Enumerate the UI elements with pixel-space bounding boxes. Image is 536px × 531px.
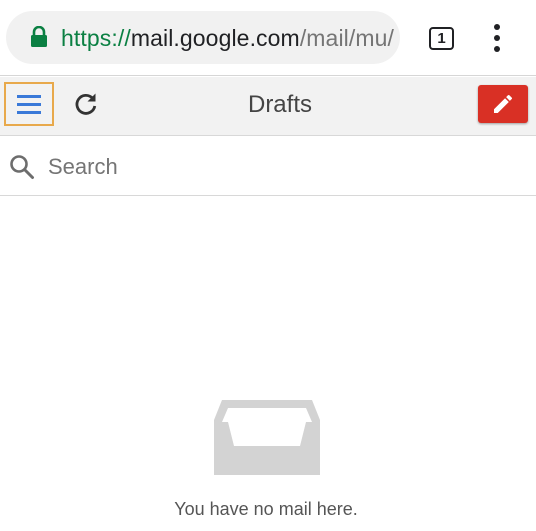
inbox-tray-icon	[214, 400, 320, 475]
search-icon[interactable]	[9, 154, 35, 180]
search-bar	[0, 137, 536, 196]
page-title: Drafts	[247, 91, 312, 118]
tab-switcher-button[interactable]: 1	[429, 27, 454, 50]
address-bar[interactable]: https://mail.google.com/mail/mu/	[6, 11, 400, 64]
more-vert-icon[interactable]	[488, 24, 506, 52]
gmail-toolbar: Drafts	[0, 77, 536, 136]
browser-toolbar: https://mail.google.com/mail/mu/ 1	[0, 0, 536, 76]
lock-icon	[31, 26, 47, 47]
url-host: mail.google.com	[130, 25, 300, 51]
search-input[interactable]	[48, 151, 508, 183]
compose-pencil-icon	[494, 94, 513, 113]
url-path: /mail/mu/	[299, 25, 395, 51]
compose-button[interactable]	[478, 85, 528, 123]
tab-count: 1	[437, 30, 446, 47]
empty-state-message: You have no mail here.	[174, 499, 358, 519]
url-text: https://mail.google.com/mail/mu/	[61, 24, 394, 52]
url-scheme: https://	[61, 25, 131, 51]
